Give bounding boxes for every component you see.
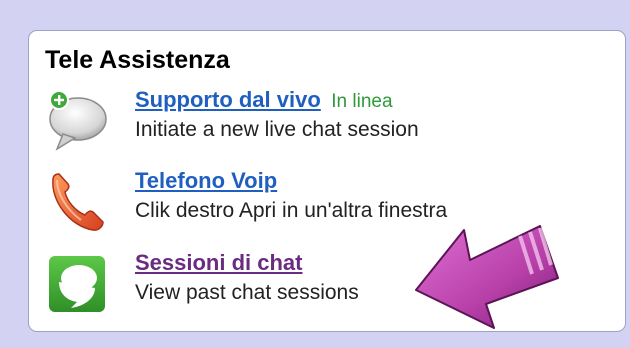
voip-phone-description: Clik destro Apri in un'altra finestra: [135, 199, 448, 222]
chat-sessions-link[interactable]: Sessioni di chat: [135, 250, 303, 276]
online-status: In linea: [331, 91, 393, 112]
chat-sessions-description: View past chat sessions: [135, 281, 359, 304]
chat-history-icon[interactable]: [45, 252, 109, 318]
voip-phone-link[interactable]: Telefono Voip: [135, 168, 277, 194]
phone-handset-icon[interactable]: [45, 170, 109, 236]
live-support-link[interactable]: Supporto dal vivo: [135, 87, 321, 113]
chat-bubble-add-icon[interactable]: [45, 89, 109, 155]
panel-title: Tele Assistenza: [45, 46, 230, 74]
pointer-arrow: [412, 222, 577, 334]
live-support-description: Initiate a new live chat session: [135, 118, 419, 141]
